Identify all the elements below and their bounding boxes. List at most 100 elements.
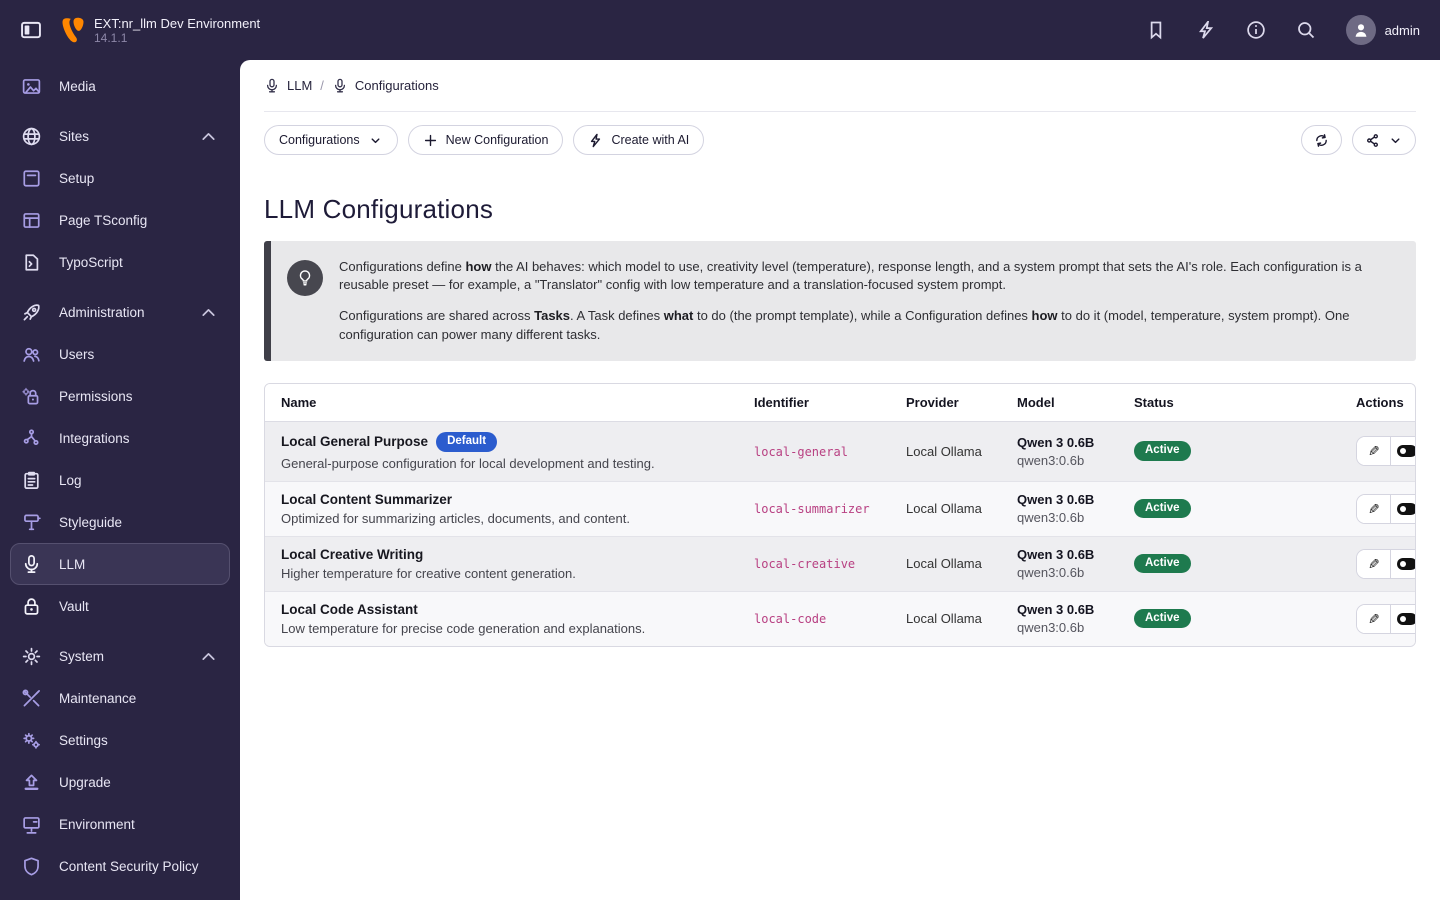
status-badge: Active <box>1134 498 1191 519</box>
config-name: Local Creative Writing <box>281 546 424 562</box>
gear-icon <box>21 646 42 667</box>
row-actions: ✎ ☆ ▷ <box>1356 493 1415 524</box>
microphone-icon <box>21 554 42 575</box>
rocket-icon <box>21 302 42 323</box>
model-id: qwen3:0.6b <box>1017 452 1085 468</box>
toggle-active-button[interactable] <box>1390 549 1415 578</box>
info-callout: Configurations define how the AI behaves… <box>264 241 1416 361</box>
sidebar-item-label: System <box>59 648 105 664</box>
sidebar-item-permissions[interactable]: Permissions <box>10 375 230 417</box>
configurations-dropdown[interactable]: Configurations <box>264 125 398 155</box>
user-menu[interactable]: admin <box>1345 15 1420 45</box>
app-title: EXT:nr_llm Dev Environment <box>94 15 261 31</box>
sidebar-item-page-tsconfig[interactable]: Page TSconfig <box>10 199 230 241</box>
bookmark-icon[interactable] <box>1146 20 1166 40</box>
toolbar: Configurations New Configuration Create … <box>264 112 1416 168</box>
sidebar-item-label: Environment <box>59 816 135 832</box>
config-description: Higher temperature for creative content … <box>281 565 576 581</box>
edit-button[interactable]: ✎ <box>1357 604 1390 633</box>
sidebar-item-environment[interactable]: Environment <box>10 803 230 845</box>
topbar: EXT:nr_llm Dev Environment 14.1.1 admin <box>0 0 1440 60</box>
sidebar-item-setup[interactable]: Setup <box>10 157 230 199</box>
config-description: Optimized for summarizing articles, docu… <box>281 510 630 526</box>
share-icon <box>1365 133 1380 148</box>
sidebar-item-label: LLM <box>59 556 86 572</box>
module-body: LLM Configurations Configurations define… <box>240 168 1440 647</box>
sidebar-item-administration[interactable]: Administration <box>10 291 230 333</box>
sidebar-item-typoscript[interactable]: TypoScript <box>10 241 230 283</box>
sidebar-item-label: Styleguide <box>59 514 123 530</box>
breadcrumb-label: LLM <box>287 78 313 93</box>
username: admin <box>1384 22 1420 38</box>
search-icon[interactable] <box>1296 20 1316 40</box>
toggle-icon <box>1397 502 1415 515</box>
sidebar-item-log[interactable]: Log <box>10 459 230 501</box>
sidebar-item-upgrade[interactable]: Upgrade <box>10 761 230 803</box>
toggle-icon <box>1397 557 1415 570</box>
edit-button[interactable]: ✎ <box>1357 437 1390 466</box>
button-label: Create with AI <box>611 133 690 147</box>
default-badge: Default <box>436 431 498 452</box>
sidebar-item-label: Administration <box>59 304 145 320</box>
model-name: Qwen 3 0.6B <box>1017 602 1095 618</box>
create-with-ai-button[interactable]: Create with AI <box>573 125 705 155</box>
breadcrumb-configurations[interactable]: Configurations <box>332 78 439 94</box>
docheader: LLM / Configurations Configurations New … <box>240 60 1440 168</box>
branch-nodes-icon <box>21 428 42 449</box>
model-id: qwen3:0.6b <box>1017 510 1085 526</box>
row-actions: ✎ ☆ ▷ <box>1356 548 1415 579</box>
row-actions: ✎ ▷ <box>1356 436 1415 467</box>
typo3-logo-icon <box>62 17 84 43</box>
chevron-up-icon <box>198 302 219 323</box>
breadcrumb: LLM / Configurations <box>264 60 1416 112</box>
config-name: Local Code Assistant <box>281 601 418 617</box>
edit-button[interactable]: ✎ <box>1357 494 1390 523</box>
dropdown-label: Configurations <box>279 133 360 147</box>
sidebar-item-users[interactable]: Users <box>10 333 230 375</box>
new-configuration-button[interactable]: New Configuration <box>407 125 564 155</box>
toggle-active-button[interactable] <box>1390 437 1415 466</box>
chevron-up-icon <box>198 646 219 667</box>
toggle-active-button[interactable] <box>1390 494 1415 523</box>
bolt-icon <box>588 133 603 148</box>
layout-icon <box>21 210 42 231</box>
callout-text: Configurations define how the AI behaves… <box>339 259 1362 342</box>
pencil-icon: ✎ <box>1367 443 1380 460</box>
sidebar-item-vault[interactable]: Vault <box>10 585 230 627</box>
module-content: LLM / Configurations Configurations New … <box>240 60 1440 900</box>
model-name: Qwen 3 0.6B <box>1017 434 1095 450</box>
tools-icon <box>21 688 42 709</box>
bolt-icon[interactable] <box>1196 20 1216 40</box>
info-icon[interactable] <box>1246 20 1266 40</box>
toggle-active-button[interactable] <box>1390 604 1415 633</box>
model-name: Qwen 3 0.6B <box>1017 492 1095 508</box>
status-badge: Active <box>1134 553 1191 574</box>
sidebar-item-label: Setup <box>59 170 95 186</box>
sidebar-item-integrations[interactable]: Integrations <box>10 417 230 459</box>
sidebar-item-label: Vault <box>59 598 89 614</box>
chevron-down-icon <box>368 133 383 148</box>
sidebar-item-content-security-policy[interactable]: Content Security Policy <box>10 845 230 887</box>
sidebar-item-styleguide[interactable]: Styleguide <box>10 501 230 543</box>
sidebar-item-llm[interactable]: LLM <box>10 543 230 585</box>
config-provider: Local Ollama <box>890 421 1001 482</box>
config-description: General-purpose configuration for local … <box>281 455 655 471</box>
column-header-actions: Actions <box>1340 383 1415 422</box>
sidebar-toggle-icon[interactable] <box>20 19 42 41</box>
edit-button[interactable]: ✎ <box>1357 549 1390 578</box>
share-dropdown-button[interactable] <box>1352 125 1416 155</box>
sidebar-item-settings[interactable]: Settings <box>10 719 230 761</box>
sidebar-item-maintenance[interactable]: Maintenance <box>10 677 230 719</box>
column-header-name: Name <box>265 383 738 422</box>
microphone-icon <box>264 78 280 94</box>
sidebar-item-system[interactable]: System <box>10 635 230 677</box>
padlock-icon <box>21 596 42 617</box>
sidebar-item-label: Upgrade <box>59 774 111 790</box>
breadcrumb-llm[interactable]: LLM <box>264 78 312 94</box>
sidebar-item-sites[interactable]: Sites <box>10 115 230 157</box>
avatar <box>1345 15 1376 45</box>
button-label: New Configuration <box>445 133 549 147</box>
refresh-button[interactable] <box>1301 125 1342 155</box>
sidebar-item-media[interactable]: Media <box>10 65 230 107</box>
microphone-icon <box>332 78 348 94</box>
